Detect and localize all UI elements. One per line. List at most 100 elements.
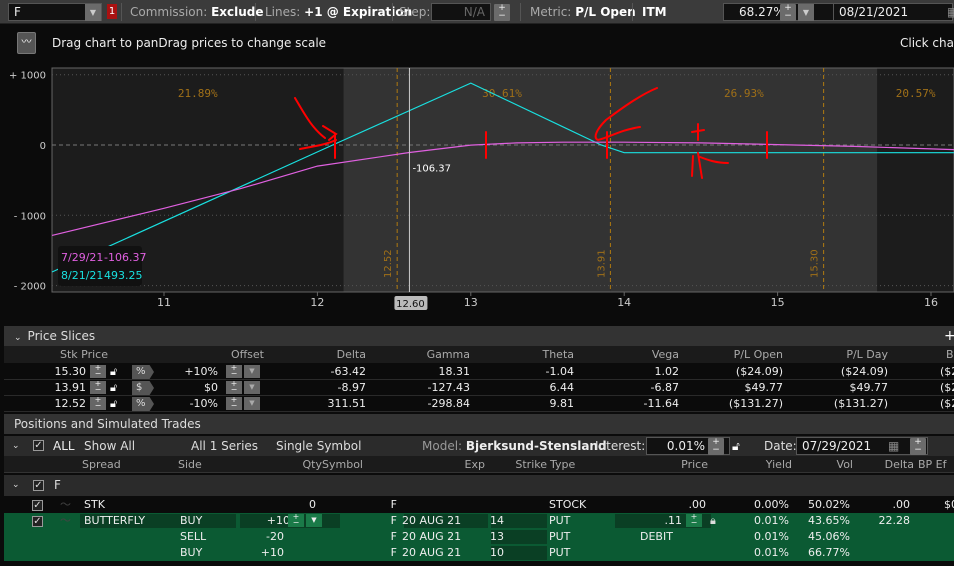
unlock-icon[interactable]: 🔓︎: [110, 396, 117, 412]
slice-offset[interactable]: $0: [204, 380, 218, 396]
collapse-icon[interactable]: ⌄: [12, 436, 20, 456]
position-vol[interactable]: 50.02%: [808, 497, 850, 513]
position-strike[interactable]: 10: [490, 545, 504, 561]
lock-icon[interactable]: 🔒︎: [710, 513, 716, 529]
row-checkbox[interactable]: ✓: [32, 500, 43, 511]
risk-profile-chart[interactable]: 21.89% 30.61% 26.93% 20.57%+ 10000- 1000- 2…: [0, 60, 954, 322]
slice-offset-spinner[interactable]: + −: [226, 380, 242, 394]
slice-stock-price[interactable]: 13.91: [55, 380, 87, 396]
price-spinner[interactable]: + −: [686, 513, 702, 527]
position-spread[interactable]: STK: [84, 497, 105, 513]
position-exp[interactable]: 20 AUG 21: [402, 513, 461, 529]
date-spinner[interactable]: + −: [910, 438, 926, 455]
chevron-down-icon[interactable]: ▼: [244, 365, 260, 378]
position-strike[interactable]: 13: [490, 529, 504, 545]
col-stk-price[interactable]: Stk Price: [60, 346, 108, 363]
position-qty[interactable]: 0: [309, 497, 316, 513]
lines-select[interactable]: Lines: +1 @ Expiration: [265, 2, 412, 22]
position-exp[interactable]: 20 AUG 21: [402, 529, 461, 545]
col-symbol[interactable]: Symbol: [322, 456, 363, 473]
position-side[interactable]: BUY: [180, 545, 202, 561]
date-input[interactable]: 08/21/2021 ▦: [833, 3, 954, 21]
position-price[interactable]: .00: [689, 497, 707, 513]
position-vol[interactable]: 43.65%: [808, 513, 850, 529]
calendar-icon[interactable]: ▦: [888, 436, 899, 456]
qty-spinner[interactable]: + −: [288, 513, 304, 527]
position-spread[interactable]: BUTTERFLY: [84, 513, 145, 529]
col-qty[interactable]: Qty: [303, 456, 322, 473]
col-price[interactable]: Price: [681, 456, 708, 473]
col-vega[interactable]: Vega: [652, 346, 679, 363]
col-pl-day[interactable]: P/L Day: [846, 346, 888, 363]
positions-header[interactable]: Positions and Simulated Trades: [4, 414, 954, 434]
slice-offset-spinner[interactable]: + −: [226, 396, 242, 410]
col-strike[interactable]: Strike: [515, 456, 547, 473]
position-row[interactable]: SELL -20 F 20 AUG 21 13 PUT DEBIT 0.01% …: [4, 529, 954, 545]
position-price[interactable]: DEBIT: [640, 529, 673, 545]
step-spinner[interactable]: + −: [494, 4, 510, 21]
alert-badge[interactable]: 1: [107, 4, 117, 19]
calendar-icon[interactable]: ▦: [947, 4, 954, 20]
collapse-icon[interactable]: ⌄: [14, 333, 22, 343]
col-yield[interactable]: Yield: [766, 456, 792, 473]
col-bp[interactable]: B: [946, 346, 954, 363]
position-side[interactable]: BUY: [180, 513, 202, 529]
col-type[interactable]: Type: [550, 456, 575, 473]
probability-spinner[interactable]: + −: [780, 4, 796, 21]
group-row-f[interactable]: ⌄ ✓ F: [4, 475, 954, 496]
slice-offset-spinner[interactable]: + −: [226, 364, 242, 378]
slice-price-spinner[interactable]: + −: [90, 380, 106, 394]
slice-offset[interactable]: -10%: [190, 396, 218, 412]
position-qty[interactable]: -20: [266, 529, 284, 545]
unlock-icon[interactable]: 🔓︎: [110, 364, 117, 380]
position-price[interactable]: .11: [665, 513, 683, 529]
commission-select[interactable]: Commission: Exclude: [130, 2, 264, 22]
position-type[interactable]: PUT: [549, 513, 570, 529]
position-exp[interactable]: 20 AUG 21: [402, 545, 461, 561]
position-qty[interactable]: +10: [267, 513, 290, 529]
slice-stock-price[interactable]: 12.52: [55, 396, 87, 412]
position-vol[interactable]: 45.06%: [808, 529, 850, 545]
col-theta[interactable]: Theta: [542, 346, 574, 363]
row-checkbox[interactable]: ✓: [32, 516, 43, 527]
slice-price-spinner[interactable]: + −: [90, 364, 106, 378]
position-row[interactable]: BUY +10 F 20 AUG 21 10 PUT 0.01% 66.77%: [4, 545, 954, 561]
col-spread[interactable]: Spread: [82, 456, 121, 473]
slice-offset[interactable]: +10%: [184, 364, 218, 380]
position-type[interactable]: STOCK: [549, 497, 586, 513]
model-select[interactable]: Model: Bjerksund-Stensland: [422, 436, 607, 456]
position-row[interactable]: ✓ 〜 BUTTERFLY BUY +10 + − ▼ F 20 AUG 21 14 …: [4, 513, 954, 529]
collapse-icon[interactable]: ⌄: [12, 475, 20, 496]
slice-offset-type[interactable]: %: [132, 397, 154, 411]
col-delta[interactable]: Delta: [885, 456, 914, 473]
all-checkbox[interactable]: ✓: [33, 440, 44, 451]
chart-line-icon[interactable]: 〜: [60, 513, 71, 529]
position-vol[interactable]: 66.77%: [808, 545, 850, 561]
col-offset[interactable]: Offset: [231, 346, 264, 363]
show-all-select[interactable]: Show All: [84, 436, 135, 456]
chevron-down-icon[interactable]: ▼: [244, 397, 260, 410]
itm-select[interactable]: ITM: [642, 2, 667, 22]
position-type[interactable]: PUT: [549, 529, 570, 545]
slice-stock-price[interactable]: 15.30: [55, 364, 87, 380]
slice-offset-type[interactable]: $: [132, 381, 154, 395]
price-slices-header[interactable]: ⌄ Price Slices +: [4, 326, 954, 346]
col-gamma[interactable]: Gamma: [427, 346, 470, 363]
group-checkbox[interactable]: ✓: [33, 480, 44, 491]
col-pl-open[interactable]: P/L Open: [734, 346, 783, 363]
col-vol[interactable]: Vol: [837, 456, 853, 473]
position-qty[interactable]: +10: [261, 545, 284, 561]
symbol-mode-select[interactable]: Single Symbol: [276, 436, 361, 456]
col-delta[interactable]: Delta: [337, 346, 366, 363]
slice-offset-type[interactable]: %: [132, 365, 154, 379]
metric-select[interactable]: Metric: P/L Open: [530, 2, 636, 22]
chevron-down-icon[interactable]: ▼: [244, 381, 260, 394]
col-side[interactable]: Side: [178, 456, 202, 473]
probability-dropdown[interactable]: ▼: [798, 4, 814, 21]
position-strike[interactable]: 14: [490, 513, 504, 529]
chart-icon[interactable]: 〰: [17, 32, 36, 54]
position-side[interactable]: SELL: [180, 529, 206, 545]
chart-line-icon[interactable]: 〜: [60, 497, 71, 513]
interest-spinner[interactable]: + −: [708, 438, 724, 455]
symbol-dropdown[interactable]: ▼: [85, 4, 101, 21]
